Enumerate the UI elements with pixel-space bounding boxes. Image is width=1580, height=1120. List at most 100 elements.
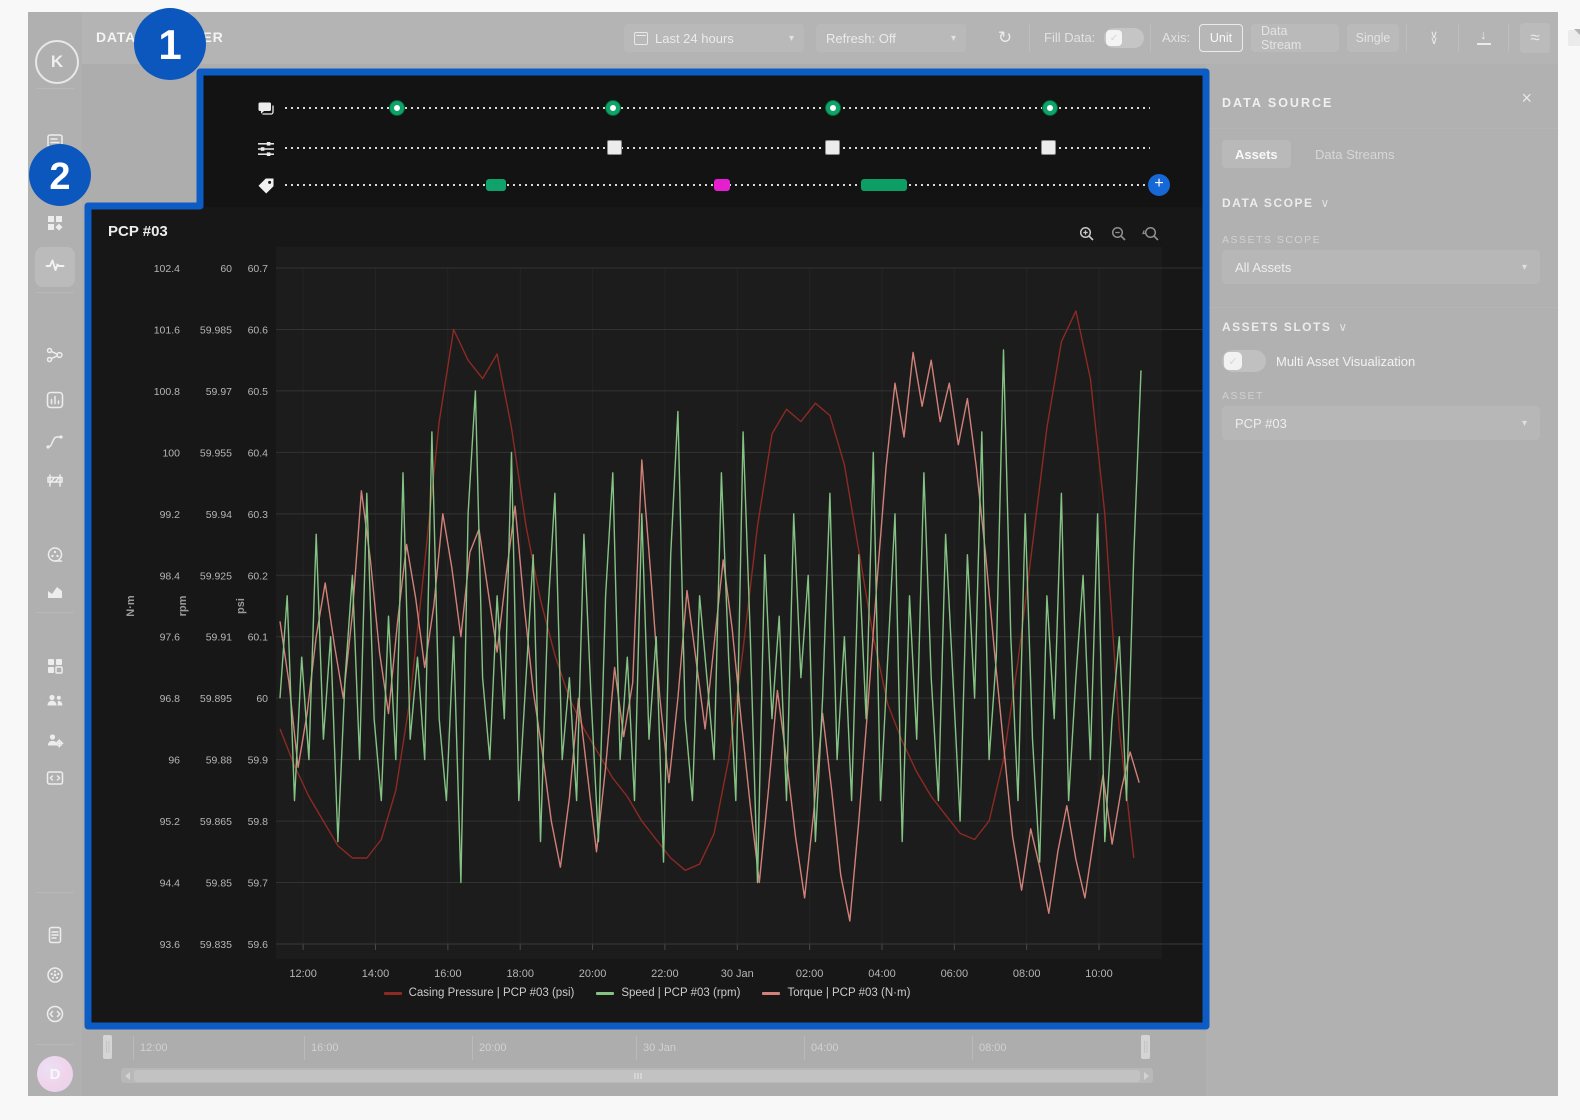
chevron-down-icon: ▾ — [1522, 262, 1527, 273]
toolbar-divider — [1508, 24, 1509, 52]
sidebar-item-user-settings[interactable] — [35, 722, 75, 762]
axis-unit-label: rpm — [177, 595, 189, 616]
timeline-label: 04:00 — [811, 1042, 839, 1054]
sidebar-item-users[interactable] — [35, 682, 75, 722]
timeline-separator — [972, 1036, 973, 1060]
axis-mode-single[interactable]: Single — [1347, 24, 1399, 52]
comment-marker[interactable] — [605, 100, 621, 116]
toolbar-divider — [1029, 24, 1030, 52]
dashboards-icon — [45, 213, 65, 238]
scroll-left-icon[interactable] — [125, 1072, 130, 1080]
axis-mode-label: Axis: — [1162, 30, 1190, 45]
legend-item[interactable]: Speed | PCP #03 (rpm) — [596, 987, 740, 999]
assets-scope-select[interactable]: All Assets ▾ — [1222, 250, 1540, 284]
assets-icon — [45, 172, 65, 197]
scrollbar-thumb[interactable] — [134, 1070, 1140, 1082]
timeline-separator — [133, 1036, 134, 1060]
assets-scope-value: All Assets — [1235, 260, 1291, 275]
sidebar-item-code[interactable] — [35, 760, 75, 800]
download-button[interactable]: ↓ — [1469, 23, 1499, 53]
scroll-right-icon[interactable] — [1144, 1072, 1149, 1080]
report-button[interactable] — [1559, 23, 1580, 53]
config-marker[interactable] — [607, 140, 622, 155]
annotation-tracks: + — [200, 72, 1206, 207]
collapse-all-button[interactable]: ∨∨ — [1419, 23, 1449, 53]
sidebar-item-analytics[interactable] — [35, 574, 75, 614]
tag-marker[interactable] — [714, 179, 730, 191]
sidebar-item-reel[interactable] — [35, 537, 75, 577]
fill-data-toggle[interactable]: ✓ — [1104, 28, 1144, 48]
page-title: DATA EXPLORER — [96, 29, 224, 45]
apps-icon — [45, 656, 65, 681]
top-toolbar: DATA EXPLORER Last 24 hours ▾ Refresh: O… — [82, 12, 1558, 64]
y-tick-rpm: 60 — [220, 263, 232, 275]
tab-data-streams[interactable]: Data Streams — [1302, 140, 1407, 168]
tag-marker[interactable] — [486, 179, 506, 191]
sidebar-item-api[interactable] — [35, 996, 75, 1036]
y-tick-N·m: 101.6 — [154, 324, 180, 336]
panel-divider — [1206, 307, 1558, 308]
app-window: DATA EXPLORER Last 24 hours ▾ Refresh: O… — [28, 12, 1558, 1096]
download-icon: ↓ — [1477, 31, 1491, 45]
y-tick-N·m: 99.2 — [160, 509, 181, 521]
sidebar-item-dashboards[interactable] — [35, 205, 75, 245]
axis-mode-unit[interactable]: Unit — [1199, 24, 1243, 52]
multi-asset-toggle[interactable]: ✓ — [1222, 350, 1266, 372]
timeline-separator — [804, 1036, 805, 1060]
y-tick-N·m: 94.4 — [160, 878, 181, 890]
comment-marker[interactable] — [825, 100, 841, 116]
calendar-icon — [634, 32, 648, 45]
add-annotation-button[interactable]: + — [1148, 174, 1170, 196]
sidebar-item-assets[interactable] — [35, 164, 75, 204]
comment-marker[interactable] — [389, 100, 405, 116]
config-marker[interactable] — [1041, 140, 1056, 155]
y-tick-rpm: 59.925 — [200, 570, 232, 582]
close-icon[interactable]: × — [1521, 88, 1532, 109]
user-avatar[interactable]: D — [37, 1056, 73, 1092]
y-tick-N·m: 100 — [162, 447, 180, 459]
asset-select[interactable]: PCP #03 ▾ — [1222, 406, 1540, 440]
sidebar-item-alerts[interactable] — [35, 123, 75, 163]
y-tick-rpm: 59.85 — [206, 878, 232, 890]
timeline-scrollbar[interactable] — [121, 1068, 1153, 1083]
x-tick: 06:00 — [941, 968, 969, 980]
reel-icon — [45, 545, 65, 570]
legend-item[interactable]: Torque | PCP #03 (N·m) — [762, 987, 910, 999]
sidebar-item-workflows[interactable] — [35, 424, 75, 464]
y-tick-psi: 59.7 — [248, 878, 269, 890]
legend-item[interactable]: Casing Pressure | PCP #03 (psi) — [384, 987, 575, 999]
tag-icon — [256, 176, 276, 196]
workflows-icon — [45, 432, 65, 457]
time-range-select[interactable]: Last 24 hours ▾ — [624, 24, 804, 52]
axis-mode-data-stream[interactable]: Data Stream — [1251, 24, 1339, 52]
timeline-label: 08:00 — [979, 1042, 1007, 1054]
y-tick-N·m: 96 — [168, 755, 180, 767]
x-tick: 30 Jan — [721, 968, 754, 980]
sidebar-item-data-explorer[interactable] — [35, 247, 75, 287]
data-scope-section[interactable]: DATA SCOPE∨ — [1222, 196, 1331, 210]
sidebar-item-reel2[interactable] — [35, 957, 75, 997]
brush-handle-right[interactable] — [1141, 1035, 1150, 1059]
y-tick-psi: 60.7 — [248, 263, 269, 275]
axis-unit-label: psi — [235, 598, 247, 614]
comment-marker[interactable] — [1042, 100, 1058, 116]
tab-assets[interactable]: Assets — [1222, 140, 1291, 168]
app-screenshot: { "toolbar": { "title": "DATA EXPLORER",… — [0, 0, 1580, 1120]
sidebar-item-maintenance[interactable] — [35, 462, 75, 502]
sidebar-item-docs[interactable] — [35, 917, 75, 957]
refresh-select[interactable]: Refresh: Off ▾ — [816, 24, 966, 52]
assets-slots-section[interactable]: ASSETS SLOTS∨ — [1222, 320, 1349, 334]
brush-handle-left[interactable] — [103, 1035, 112, 1059]
chart-card: PCP #03 12:0014:0016:0018:0020:0022:0030… — [88, 207, 1206, 1026]
config-marker[interactable] — [825, 140, 840, 155]
refresh-now-button[interactable]: ↻ — [990, 23, 1020, 53]
sidebar-item-charts[interactable] — [35, 382, 75, 422]
timeseries-plot[interactable]: 12:0014:0016:0018:0020:0022:0030 Jan02:0… — [88, 207, 1206, 1026]
tag-marker[interactable] — [861, 179, 907, 191]
sidebar-item-connections[interactable] — [35, 337, 75, 377]
x-tick: 14:00 — [362, 968, 390, 980]
brand-logo[interactable]: K — [35, 40, 79, 84]
y-tick-psi: 59.8 — [248, 816, 269, 828]
document-icon — [1568, 30, 1580, 46]
compare-view-button[interactable]: ≈ — [1520, 23, 1550, 53]
